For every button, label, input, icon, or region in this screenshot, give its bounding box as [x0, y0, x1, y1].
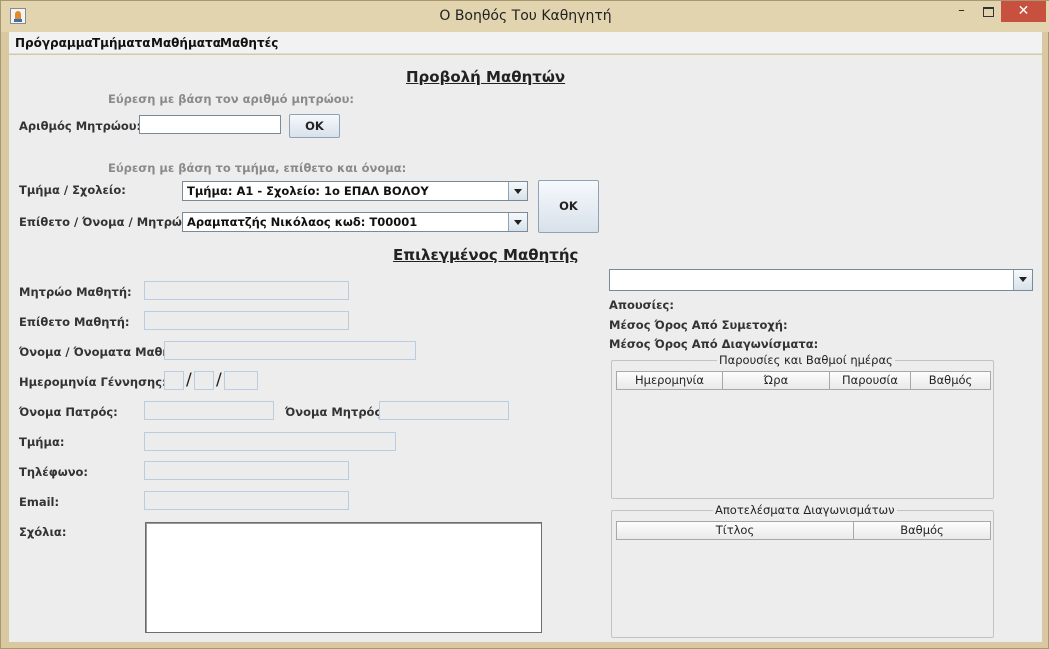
attendance-header: Ημερομηνία Ώρα Παρουσία Βαθμός [616, 371, 991, 390]
menu-bar: Πρόγραμμα Τμήματα Μαθήματα Μαθητές [9, 32, 1042, 54]
app-window: Ο Βοηθός Του Καθηγητή – ✕ Πρόγραμμα Τμήμ… [0, 0, 1049, 649]
title-bar[interactable]: Ο Βοηθός Του Καθηγητή – ✕ [1, 1, 1049, 32]
mother-field[interactable] [379, 401, 509, 420]
father-label: Όνομα Πατρός: [19, 405, 118, 419]
attendance-title: Παρουσίες και Βαθμοί ημέρας [717, 353, 895, 367]
names-field[interactable] [164, 341, 416, 360]
birthdate-label: Ημερομηνία Γέννησης: [19, 375, 167, 389]
by-class-hint: Εύρεση με βάση το τμήμα, επίθετο και όνο… [108, 161, 407, 175]
menu-students[interactable]: Μαθητές [220, 36, 278, 50]
menu-classes[interactable]: Τμήματα [92, 36, 151, 50]
chevron-down-icon[interactable] [508, 182, 527, 200]
birth-day-field[interactable] [164, 371, 184, 390]
chevron-down-icon[interactable] [508, 213, 527, 231]
col-attendance[interactable]: Παρουσία [829, 371, 910, 390]
col-test-grade[interactable]: Βαθμός [853, 521, 991, 540]
registry-field-label: Μητρώο Μαθητή: [19, 285, 132, 299]
birth-year-field[interactable] [224, 371, 258, 390]
father-field[interactable] [144, 401, 274, 420]
avg-tests-label: Μέσος Όρος Από Διαγωνίσματα: [609, 337, 819, 351]
close-button[interactable]: ✕ [1001, 1, 1046, 22]
date-separator: / [186, 370, 192, 390]
class-label: Τμήμα / Σχολείο: [19, 183, 126, 197]
selected-heading: Επιλεγμένος Μαθητής [393, 246, 579, 264]
email-field[interactable] [144, 491, 349, 510]
student-label: Επίθετο / Όνομα / Μητρώο: [19, 215, 195, 229]
student-select-value: Αραμπατζής Νικόλαος κωδ: Τ00001 [187, 215, 418, 229]
maximize-button[interactable] [975, 1, 1001, 22]
birth-month-field[interactable] [194, 371, 214, 390]
tests-header: Τίτλος Βαθμός [616, 521, 991, 540]
surname-field-label: Επίθετο Μαθητή: [19, 315, 130, 329]
minimize-button[interactable]: – [948, 1, 975, 22]
email-label: Email: [19, 495, 60, 509]
search-heading: Προβολή Μαθητών [406, 68, 566, 86]
registry-label: Αριθμός Μητρώου: [19, 119, 142, 133]
absences-label: Απουσίες: [609, 298, 674, 312]
col-grade[interactable]: Βαθμός [910, 371, 991, 390]
mother-label: Όνομα Μητρός: [285, 405, 386, 419]
registry-input[interactable] [139, 115, 281, 134]
class-field[interactable] [144, 432, 396, 451]
by-registry-hint: Εύρεση με βάση τον αριθμό μητρώου: [108, 92, 354, 106]
comments-label: Σχόλια: [19, 525, 67, 539]
registry-field[interactable] [144, 281, 349, 300]
avg-participation-label: Μέσος Όρος Από Συμετοχή: [609, 318, 788, 332]
course-select[interactable] [609, 269, 1033, 291]
student-select[interactable]: Αραμπατζής Νικόλαος κωδ: Τ00001 [182, 212, 528, 232]
menu-lessons[interactable]: Μαθήματα [151, 36, 221, 50]
date-separator: / [216, 370, 222, 390]
class-select[interactable]: Τμήμα: Α1 - Σχολείο: 1ο ΕΠΑΛ ΒΟΛΟΥ [182, 181, 528, 201]
attendance-group: Παρουσίες και Βαθμοί ημέρας Ημερομηνία Ώ… [611, 353, 994, 499]
tests-group: Αποτελέσματα Διαγωνισμάτων Τίτλος Βαθμός [611, 503, 994, 638]
window-title: Ο Βοηθός Του Καθηγητή [439, 8, 612, 24]
phone-field[interactable] [144, 461, 349, 480]
class-ok-button[interactable]: OK [538, 180, 599, 233]
main-panel: Προβολή Μαθητών Εύρεση με βάση τον αριθμ… [9, 55, 1042, 642]
phone-label: Τηλέφωνο: [19, 465, 89, 479]
menu-program[interactable]: Πρόγραμμα [15, 36, 93, 50]
col-title[interactable]: Τίτλος [616, 521, 853, 540]
class-select-value: Τμήμα: Α1 - Σχολείο: 1ο ΕΠΑΛ ΒΟΛΟΥ [187, 184, 429, 198]
comments-textarea[interactable] [145, 522, 542, 633]
col-date[interactable]: Ημερομηνία [616, 371, 722, 390]
class-field-label: Τμήμα: [19, 435, 65, 449]
chevron-down-icon[interactable] [1013, 270, 1032, 290]
tests-title: Αποτελέσματα Διαγωνισμάτων [713, 503, 897, 517]
registry-ok-button[interactable]: OK [289, 114, 340, 138]
col-time[interactable]: Ώρα [722, 371, 829, 390]
surname-field[interactable] [144, 311, 349, 330]
